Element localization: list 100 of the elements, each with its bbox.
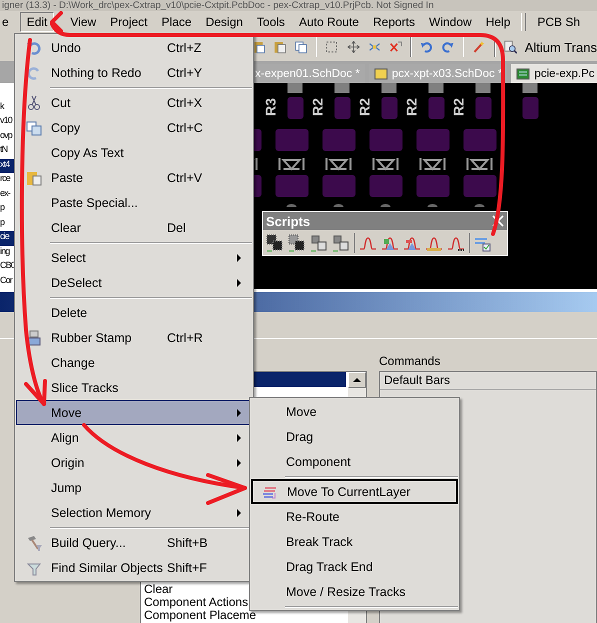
panel-item[interactable]: k: [0, 101, 14, 116]
menu-bar-item[interactable]: Window: [422, 12, 479, 32]
designator-label: R2: [356, 98, 372, 116]
pad: [322, 129, 356, 151]
menu-item[interactable]: Move To CurrentLayer: [251, 479, 458, 504]
menu-item[interactable]: Paste Special...: [16, 190, 252, 215]
panel-item[interactable]: xt4: [0, 158, 14, 174]
pad: [522, 83, 538, 93]
pad: [474, 204, 484, 207]
menu-bar-item[interactable]: Reports: [366, 12, 422, 32]
menu-item[interactable]: Move / Resize Tracks: [251, 579, 458, 604]
panel-item[interactable]: rce: [0, 173, 14, 188]
inspect-icon[interactable]: [504, 39, 517, 55]
menu-bar-item[interactable]: View: [63, 12, 104, 32]
copy-icon: [26, 120, 42, 136]
menu-item[interactable]: Move: [251, 399, 458, 424]
close-icon[interactable]: [492, 215, 504, 227]
pad: [370, 129, 402, 151]
pad: [382, 83, 396, 93]
pad: [416, 129, 450, 151]
menu-bar-item[interactable]: PCB Sh: [530, 12, 588, 32]
panel-item[interactable]: v10: [0, 115, 14, 130]
arrow-up-icon: [352, 377, 362, 383]
pad: [334, 83, 350, 93]
diode-symbol: [326, 157, 352, 171]
menu-item[interactable]: Delete: [16, 300, 252, 325]
move-icon[interactable]: [346, 39, 360, 55]
menu-item[interactable]: Build Query... Shift+B: [16, 530, 252, 555]
menu-item[interactable]: Copy Ctrl+C: [16, 115, 252, 140]
pad: [428, 83, 444, 93]
pad: [276, 175, 308, 197]
layers-icon[interactable]: [266, 234, 284, 252]
menu-item[interactable]: Find Similar Objects Shift+F: [16, 555, 252, 580]
menu-item[interactable]: Change: [16, 350, 252, 375]
menu-item[interactable]: Break Track: [251, 529, 458, 554]
menu-item[interactable]: Align: [16, 425, 252, 450]
menu-item[interactable]: Component: [251, 449, 458, 474]
menu-bar-item[interactable]: Edit: [20, 12, 54, 32]
toolbar-label: Altium Trans: [524, 40, 597, 54]
pad: [380, 204, 390, 207]
menu-item[interactable]: Rubber Stamp Ctrl+R: [16, 325, 252, 350]
panel-item[interactable]: p: [0, 216, 14, 232]
menu-item[interactable]: Re-Route: [251, 504, 458, 529]
numbered-squares-icon[interactable]: [310, 234, 328, 252]
column-header[interactable]: Default Bars: [380, 372, 596, 390]
select-rectangle-icon[interactable]: [325, 39, 339, 55]
panel-item[interactable]: p: [0, 202, 14, 217]
menu-item[interactable]: Selection Memory: [16, 500, 252, 525]
copy-icon[interactable]: [294, 39, 308, 55]
magic-wand-icon[interactable]: [472, 39, 486, 55]
menu-item[interactable]: Slice Tracks: [16, 375, 252, 400]
pad: [428, 97, 444, 119]
panel-item[interactable]: tN: [0, 144, 14, 159]
panel-item[interactable]: ex-: [0, 188, 14, 202]
pad: [464, 129, 496, 151]
pad: [288, 83, 302, 93]
menu-bar-item[interactable]: Tools: [250, 12, 292, 32]
document-tab[interactable]: pcie-exp.Pc: [511, 64, 597, 83]
numbered-squares-icon[interactable]: [332, 234, 350, 252]
menu-bar-item[interactable]: Place: [154, 12, 199, 32]
scroll-up-button[interactable]: [348, 372, 366, 388]
menu-item[interactable]: Clear Del: [16, 215, 252, 240]
menu-bar-item[interactable]: Design: [198, 12, 250, 32]
menu-item[interactable]: Origin: [16, 450, 252, 475]
menu-item[interactable]: Paste Ctrl+V: [16, 165, 252, 190]
menu-item[interactable]: Nothing to Redo Ctrl+Y: [16, 60, 252, 85]
panel-item[interactable]: cie: [0, 231, 14, 246]
panel-item[interactable]: ing: [0, 246, 14, 260]
redo-icon: [26, 64, 42, 80]
commands-label: Commands: [379, 353, 442, 370]
menu-bar-item[interactable]: Auto Route: [292, 12, 366, 32]
panel-item[interactable]: ovp: [0, 130, 14, 144]
paste-icon[interactable]: [252, 39, 266, 55]
menu-item[interactable]: Jump: [16, 475, 252, 500]
designator-label: R2: [310, 98, 326, 116]
menu-item[interactable]: Undo Ctrl+Z: [16, 35, 252, 60]
diode-symbol: [278, 157, 304, 171]
menu-item[interactable]: Select: [16, 245, 252, 270]
toolbar-title: Scripts: [266, 214, 310, 228]
pad: [382, 97, 398, 119]
menu-item[interactable]: Drag Track End: [251, 554, 458, 579]
menu-item[interactable]: Copy As Text: [16, 140, 252, 165]
panel-item[interactable]: Cor: [0, 274, 14, 290]
menu-bar-item[interactable]: e: [0, 12, 16, 32]
menu-item[interactable]: Cut Ctrl+X: [16, 90, 252, 115]
layers-icon[interactable]: [288, 234, 306, 252]
pad: [370, 175, 402, 197]
pad: [464, 175, 496, 197]
menu-item[interactable]: Move: [16, 400, 252, 425]
menu-item[interactable]: Drag: [251, 424, 458, 449]
pad: [286, 204, 296, 207]
menu-item[interactable]: DeSelect: [16, 270, 252, 295]
hammer-icon: [26, 534, 42, 550]
designator-label: R2: [450, 98, 466, 116]
menu-bar-item[interactable]: Project: [103, 12, 155, 32]
menu-bar-item[interactable]: Help: [478, 12, 518, 32]
pad: [276, 129, 308, 151]
pad: [416, 175, 450, 197]
pad: [428, 204, 438, 207]
paste-icon[interactable]: [273, 39, 286, 55]
